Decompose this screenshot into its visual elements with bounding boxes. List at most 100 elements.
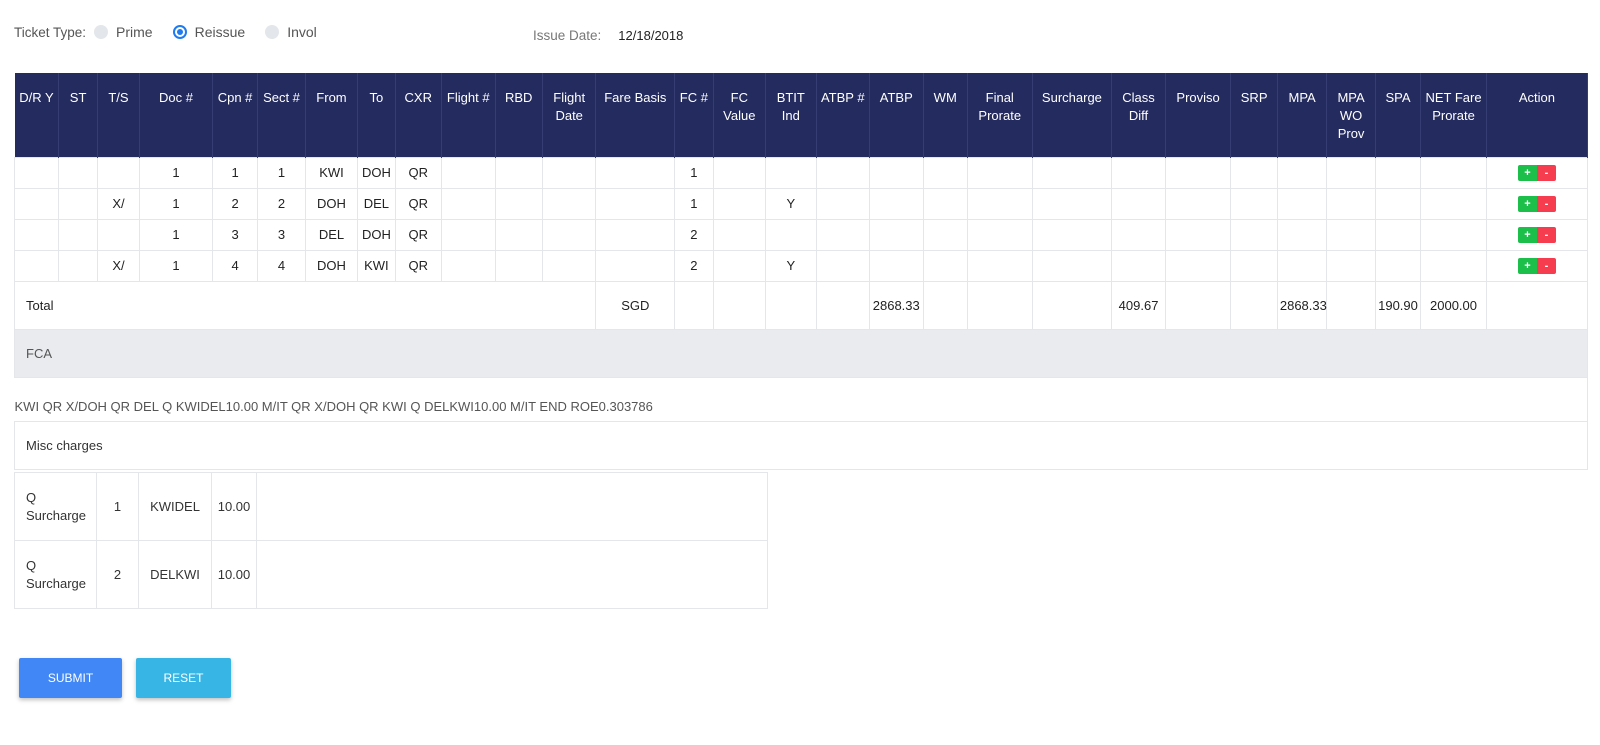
cpn-cell: 2 xyxy=(211,187,259,220)
misc-charges-label: Misc charges xyxy=(14,420,1588,470)
ticket-type-group: Ticket Type: Prime Reissue Invol xyxy=(14,22,337,42)
col-mpa-wo-prov: MPA WO Prov xyxy=(1326,73,1376,157)
misc-charge-row: Q Surcharge 2 DELKWI 10.00 xyxy=(14,540,768,609)
col-st: ST xyxy=(58,73,98,157)
col-proviso: Proviso xyxy=(1165,73,1232,157)
total-label: Total xyxy=(13,280,597,330)
fc-cell: 2 xyxy=(674,218,714,251)
misc-route: DELKWI xyxy=(138,540,212,609)
cxr-cell: QR xyxy=(394,156,443,189)
table-row: X/ 1 2 2 DOH DEL QR 1 Y + - xyxy=(13,187,1589,220)
doc-cell: 1 xyxy=(139,187,213,220)
radio-prime-circle[interactable] xyxy=(94,25,109,39)
cpn-cell: 3 xyxy=(211,218,259,251)
misc-amount: 10.00 xyxy=(211,472,257,541)
table-header: D/R Y ST T/S Doc # Cpn # Sect # From To … xyxy=(14,73,1589,157)
cxr-cell: QR xyxy=(394,249,443,282)
add-row-button[interactable]: + xyxy=(1517,165,1537,181)
action-cell: + - xyxy=(1485,156,1589,189)
doc-cell: 1 xyxy=(139,249,213,282)
sect-cell: 3 xyxy=(257,218,306,251)
misc-route: KWIDEL xyxy=(138,472,212,541)
radio-reissue-circle[interactable] xyxy=(172,25,187,39)
reset-button[interactable]: RESET xyxy=(136,658,231,698)
from-cell: DOH xyxy=(304,249,359,282)
issue-date-value: 12/18/2018 xyxy=(618,28,684,43)
col-fc-value: FC Value xyxy=(713,73,767,157)
btit-cell: Y xyxy=(765,187,817,220)
total-mpa: 2868.33 xyxy=(1276,280,1328,330)
total-currency: SGD xyxy=(595,280,676,330)
misc-charge-row: Q Surcharge 1 KWIDEL 10.00 xyxy=(14,472,768,541)
radio-invol-circle[interactable] xyxy=(265,25,280,39)
fc-cell: 1 xyxy=(674,187,714,220)
fc-cell: 2 xyxy=(674,249,714,282)
add-row-button[interactable]: + xyxy=(1517,258,1537,274)
to-cell: KWI xyxy=(357,249,396,282)
col-doc: Doc # xyxy=(139,73,213,157)
col-spa: SPA xyxy=(1375,73,1422,157)
misc-no: 1 xyxy=(96,472,139,541)
fca-label: FCA xyxy=(14,328,1588,378)
submit-button[interactable]: SUBMIT xyxy=(19,658,122,698)
sect-cell: 2 xyxy=(257,187,306,220)
ticket-type-label: Ticket Type: xyxy=(14,24,87,40)
cxr-cell: QR xyxy=(394,187,443,220)
col-dry: D/R Y xyxy=(14,73,60,157)
radio-reissue[interactable]: Reissue xyxy=(172,24,246,40)
radio-prime[interactable]: Prime xyxy=(94,24,153,40)
cxr-cell: QR xyxy=(394,218,443,251)
fc-cell: 1 xyxy=(674,156,714,189)
to-cell: DEL xyxy=(357,187,396,220)
col-cpn: Cpn # xyxy=(212,73,259,157)
fca-text: KWI QR X/DOH QR DEL Q KWIDEL10.00 M/IT Q… xyxy=(14,376,1588,422)
cpn-cell: 4 xyxy=(211,249,259,282)
col-from: From xyxy=(305,73,359,157)
col-cxr: CXR xyxy=(395,73,443,157)
action-cell: + - xyxy=(1485,249,1589,282)
col-sect: Sect # xyxy=(257,73,306,157)
btit-cell xyxy=(765,218,817,251)
col-mpa: MPA xyxy=(1277,73,1328,157)
to-cell: DOH xyxy=(357,156,396,189)
misc-no: 2 xyxy=(96,540,139,609)
from-cell: DOH xyxy=(304,187,359,220)
col-net-fare-prorate: NET Fare Prorate xyxy=(1420,73,1487,157)
sect-cell: 4 xyxy=(257,249,306,282)
col-wm: WM xyxy=(923,73,968,157)
add-row-button[interactable]: + xyxy=(1517,227,1537,243)
radio-reissue-label: Reissue xyxy=(194,24,246,40)
col-fc: FC # xyxy=(674,73,714,157)
col-surcharge: Surcharge xyxy=(1032,73,1113,157)
ts-cell xyxy=(96,156,141,189)
btit-cell: Y xyxy=(765,249,817,282)
remove-row-button[interactable]: - xyxy=(1536,227,1556,243)
remove-row-button[interactable]: - xyxy=(1536,258,1556,274)
cpn-cell: 1 xyxy=(211,156,259,189)
from-cell: DEL xyxy=(304,218,359,251)
col-final-prorate: Final Prorate xyxy=(967,73,1033,157)
remove-row-button[interactable]: - xyxy=(1536,196,1556,212)
misc-amount: 10.00 xyxy=(211,540,257,609)
col-ts: T/S xyxy=(97,73,141,157)
doc-cell: 1 xyxy=(139,218,213,251)
issue-date: Issue Date: 12/18/2018 xyxy=(533,28,683,43)
radio-invol[interactable]: Invol xyxy=(265,24,317,40)
col-flight-date: Flight Date xyxy=(542,73,597,157)
col-atbp-no: ATBP # xyxy=(816,73,871,157)
ts-cell xyxy=(96,218,141,251)
col-atbp: ATBP xyxy=(869,73,924,157)
col-flight: Flight # xyxy=(441,73,496,157)
table-row: 1 1 1 KWI DOH QR 1 + - xyxy=(13,156,1589,189)
misc-charges-row: Misc charges xyxy=(14,420,1588,470)
total-atbp: 2868.33 xyxy=(869,280,924,330)
col-btit: BTIT Ind xyxy=(765,73,817,157)
total-spa: 190.90 xyxy=(1374,280,1422,330)
ts-cell: X/ xyxy=(96,187,141,220)
col-to: To xyxy=(357,73,396,157)
add-row-button[interactable]: + xyxy=(1517,196,1537,212)
action-cell: + - xyxy=(1485,187,1589,220)
radio-invol-label: Invol xyxy=(287,24,317,40)
prorate-table: D/R Y ST T/S Doc # Cpn # Sect # From To … xyxy=(13,73,1589,470)
remove-row-button[interactable]: - xyxy=(1536,165,1556,181)
